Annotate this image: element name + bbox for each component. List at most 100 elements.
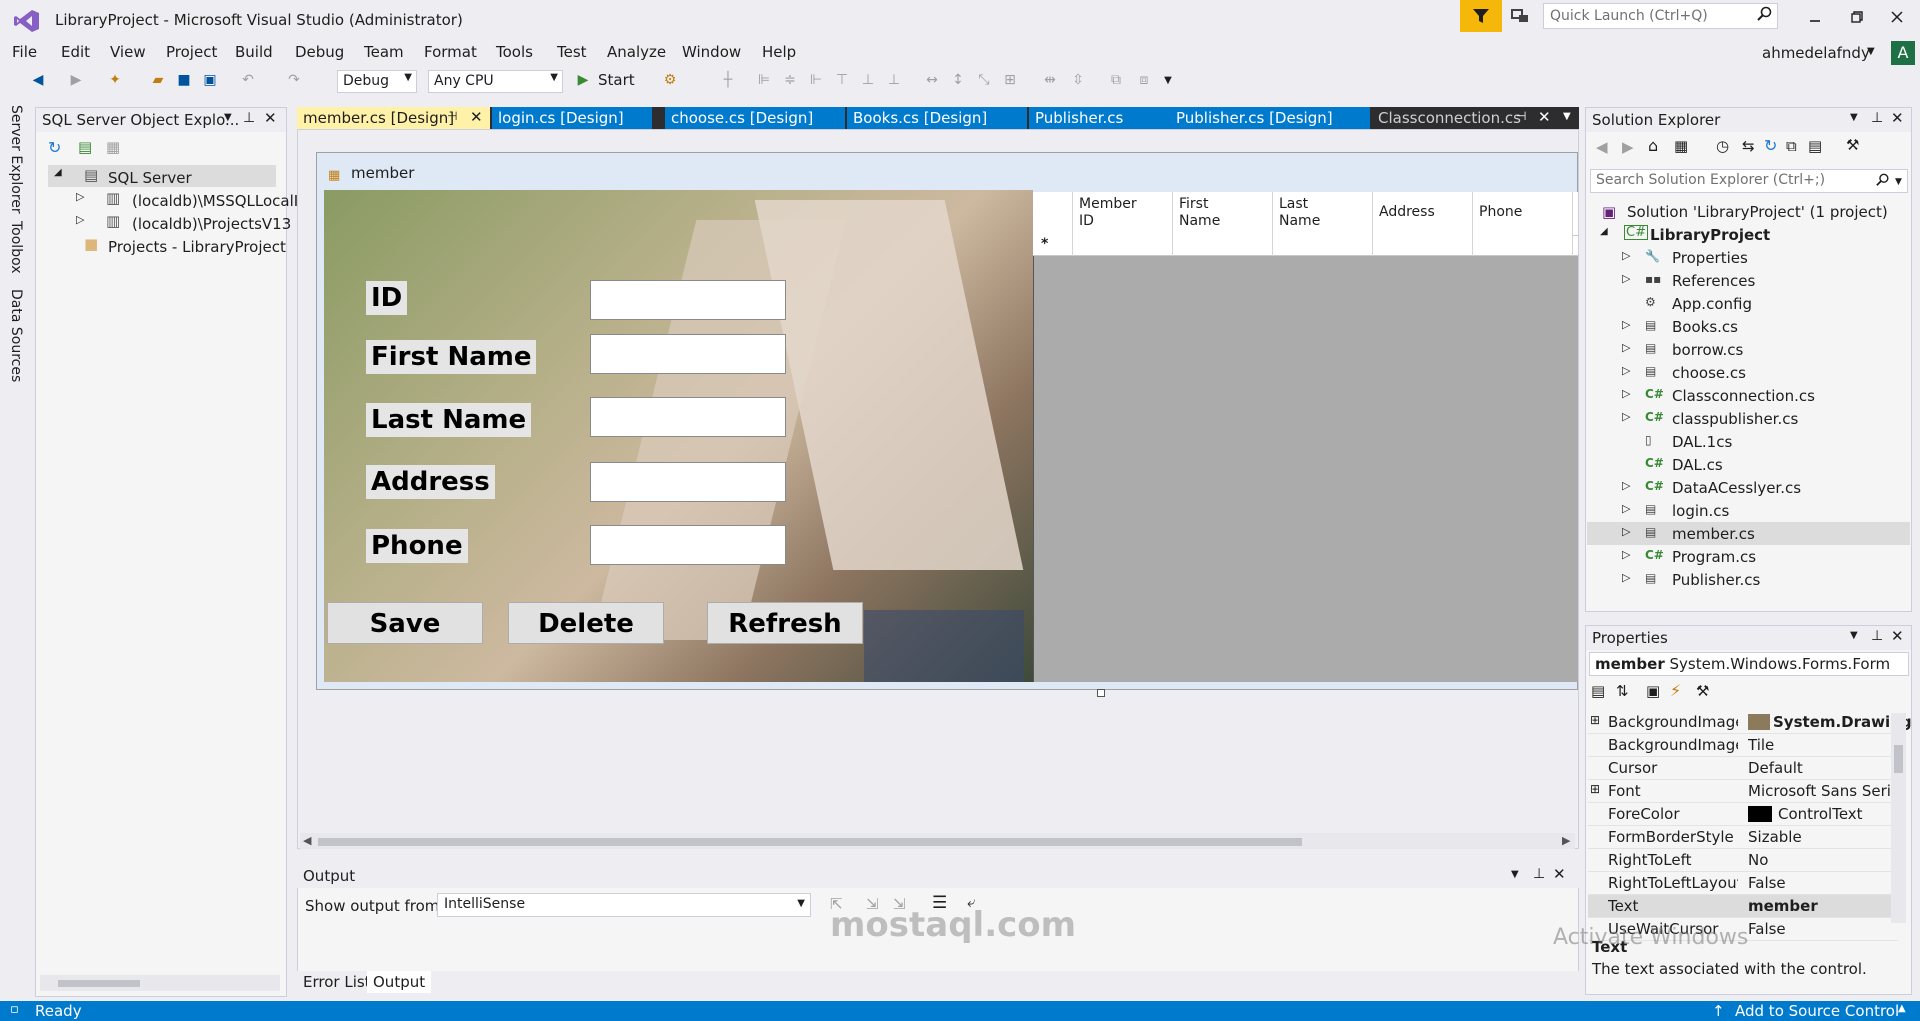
tab-login-design[interactable]: login.cs [Design]: [492, 107, 652, 129]
pin-icon[interactable]: ⊥: [1871, 110, 1883, 126]
navigate-forward-icon[interactable]: ▶: [66, 70, 86, 90]
chevron-down-icon[interactable]: ▼: [1850, 112, 1858, 123]
grid-cell[interactable]: [1173, 236, 1273, 256]
tab-choose-design[interactable]: choose.cs [Design]: [665, 107, 845, 129]
chevron-down-icon[interactable]: ▼: [224, 112, 232, 123]
solution-item[interactable]: borrow.cs: [1672, 341, 1743, 359]
collapsed-arrow-icon[interactable]: ▷: [1622, 479, 1630, 492]
tab-toolbox[interactable]: Toolbox: [8, 221, 24, 274]
alphabetical-icon[interactable]: ⇅: [1616, 682, 1629, 700]
new-project-icon[interactable]: ✦: [105, 70, 125, 90]
navigate-back-icon[interactable]: ◀: [28, 70, 48, 90]
tree-item-mssqllocaldb[interactable]: (localdb)\MSSQLLocalI: [132, 192, 298, 210]
column-header-address[interactable]: Address: [1373, 192, 1473, 236]
id-textbox[interactable]: [590, 280, 786, 320]
avatar[interactable]: A: [1891, 41, 1915, 65]
object-selector[interactable]: member System.Windows.Forms.Form: [1589, 652, 1909, 676]
solution-item[interactable]: DAL.cs: [1672, 456, 1723, 474]
solution-item[interactable]: DAL.1cs: [1672, 433, 1732, 451]
members-data-grid[interactable]: [1033, 192, 1578, 682]
close-icon[interactable]: ✕: [1553, 865, 1566, 883]
menu-project[interactable]: Project: [166, 43, 217, 61]
events-lightning-icon[interactable]: ⚡: [1670, 681, 1681, 700]
solution-item[interactable]: choose.cs: [1672, 364, 1746, 382]
collapsed-arrow-icon[interactable]: ▷: [1622, 548, 1630, 561]
quick-launch-input[interactable]: Quick Launch (Ctrl+Q): [1543, 3, 1778, 29]
collapsed-arrow-icon[interactable]: ▷: [1622, 364, 1630, 377]
property-row[interactable]: Text member: [1588, 895, 1898, 918]
home-icon[interactable]: ⌂: [1648, 136, 1658, 155]
resize-handle[interactable]: [1097, 689, 1105, 697]
pin-icon[interactable]: ⊥: [1871, 628, 1883, 644]
collapsed-arrow-icon[interactable]: ▷: [1622, 410, 1630, 423]
close-icon[interactable]: ✕: [470, 108, 483, 126]
collapsed-arrow-icon[interactable]: ▷: [1622, 249, 1630, 262]
grid-cell[interactable]: [1473, 236, 1573, 256]
user-name[interactable]: ahmedelafndy: [1762, 44, 1870, 62]
back-icon[interactable]: ◀: [1596, 138, 1608, 156]
solution-item[interactable]: References: [1672, 272, 1755, 290]
chevron-down-icon[interactable]: ▼: [1511, 869, 1519, 880]
property-row[interactable]: RightToLeftLayout False: [1588, 872, 1898, 895]
pin-icon[interactable]: ⊣: [1516, 109, 1526, 123]
tree-item-projectsv13[interactable]: (localdb)\ProjectsV13 (: [132, 215, 302, 233]
collapsed-arrow-icon[interactable]: ▷: [1622, 341, 1630, 354]
collapsed-arrow-icon[interactable]: ▷: [1622, 387, 1630, 400]
scrollbar-thumb[interactable]: [1894, 745, 1903, 773]
notifications-filter-icon[interactable]: [1460, 0, 1502, 32]
property-row[interactable]: ⊞ BackgroundImage System.Drawing: [1588, 711, 1912, 734]
output-source-select[interactable]: IntelliSense ▼: [437, 893, 811, 917]
start-icon[interactable]: ▶: [573, 70, 593, 90]
send-to-back-icon[interactable]: ⧈: [1134, 70, 1154, 90]
search-icon[interactable]: [1876, 173, 1890, 191]
solution-item[interactable]: classpublisher.cs: [1672, 410, 1798, 428]
menu-edit[interactable]: Edit: [61, 43, 90, 61]
scrollbar-thumb[interactable]: [318, 838, 1302, 846]
tree-item-sql-server[interactable]: SQL Server: [108, 169, 192, 187]
same-height-icon[interactable]: ↕: [948, 70, 968, 90]
column-header-first-name[interactable]: First Name: [1173, 192, 1273, 236]
properties-view-icon[interactable]: ▣: [1646, 682, 1660, 700]
feedback-icon[interactable]: [1510, 6, 1530, 26]
property-value[interactable]: Sizable: [1748, 828, 1898, 846]
solution-item[interactable]: Properties: [1672, 249, 1748, 267]
collapsed-arrow-icon[interactable]: ▷: [1622, 571, 1630, 584]
collapsed-arrow-icon[interactable]: ▷: [76, 190, 84, 203]
close-icon[interactable]: ✕: [1538, 108, 1551, 126]
menu-build[interactable]: Build: [235, 43, 273, 61]
close-button[interactable]: [1878, 2, 1916, 32]
align-middle-icon[interactable]: ⊥: [858, 70, 878, 90]
pin-icon[interactable]: ⊣: [447, 109, 457, 123]
property-value[interactable]: member: [1748, 897, 1898, 915]
close-icon[interactable]: ✕: [1891, 627, 1904, 645]
switch-views-icon[interactable]: ▦: [1674, 137, 1688, 155]
menu-team[interactable]: Team: [364, 43, 404, 61]
solution-item[interactable]: Classconnection.cs: [1672, 387, 1815, 405]
menu-format[interactable]: Format: [424, 43, 477, 61]
property-value[interactable]: False: [1748, 874, 1898, 892]
property-value[interactable]: Microsoft Sans Serif; 7: [1748, 782, 1898, 800]
add-to-source-control-button[interactable]: Add to Source Control: [1735, 1002, 1899, 1020]
solution-item[interactable]: Books.cs: [1672, 318, 1738, 336]
property-row[interactable]: ForeColor ControlText: [1588, 803, 1898, 826]
categorized-icon[interactable]: ▤: [1591, 682, 1605, 700]
close-icon[interactable]: ✕: [264, 109, 277, 127]
align-top-icon[interactable]: ⊤: [832, 70, 852, 90]
property-value[interactable]: False: [1748, 920, 1898, 938]
collapsed-arrow-icon[interactable]: ▷: [1622, 318, 1630, 331]
menu-tools[interactable]: Tools: [496, 43, 533, 61]
collapse-all-icon[interactable]: ⧉: [1786, 137, 1797, 155]
solution-item[interactable]: Publisher.cs: [1672, 571, 1760, 589]
refresh-button[interactable]: Refresh: [707, 602, 863, 644]
grid-cell[interactable]: [1073, 236, 1173, 256]
tab-error-list[interactable]: Error List: [297, 971, 377, 993]
solution-node[interactable]: Solution 'LibraryProject' (1 project): [1627, 203, 1888, 221]
show-all-files-icon[interactable]: ▤: [1808, 137, 1822, 155]
menu-window[interactable]: Window: [682, 43, 741, 61]
scroll-left-icon[interactable]: ◀: [303, 834, 311, 847]
scroll-right-icon[interactable]: ▶: [1562, 834, 1570, 847]
forward-icon[interactable]: ▶: [1622, 138, 1634, 156]
solution-item[interactable]: DataACesslyer.cs: [1672, 479, 1801, 497]
phone-textbox[interactable]: [590, 525, 786, 565]
pin-icon[interactable]: ⊥: [243, 110, 255, 126]
